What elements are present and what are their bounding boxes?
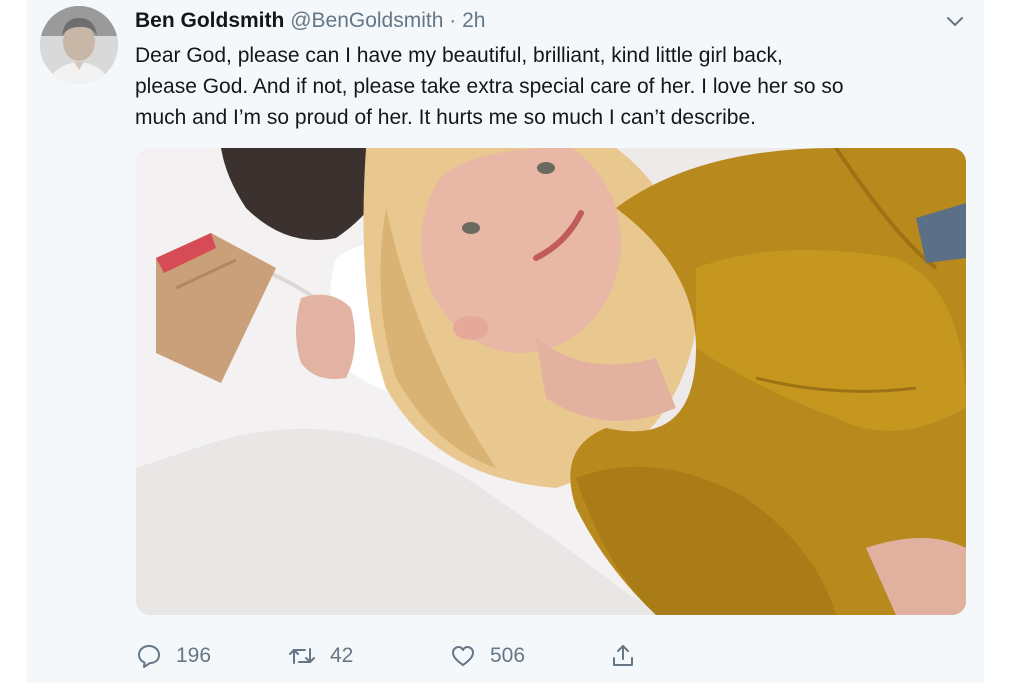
like-button[interactable]: 506 (450, 640, 525, 672)
tweet-text: Dear God, please can I have my beautiful… (135, 40, 975, 133)
tweet-text-line: Dear God, please can I have my beautiful… (135, 44, 783, 67)
tweet-photo[interactable] (136, 148, 966, 615)
retweet-arrows-icon (289, 648, 315, 664)
user-handle[interactable]: @BenGoldsmith (290, 9, 443, 32)
reply-bubble-icon (138, 645, 160, 668)
tweet-text-line: much and I’m so proud of her. It hurts m… (135, 106, 756, 129)
share-upload-icon (613, 645, 633, 666)
heart-icon (452, 646, 474, 666)
retweet-button[interactable]: 42 (288, 640, 353, 672)
photo-image (136, 148, 966, 615)
chevron-down-icon[interactable] (944, 10, 966, 32)
avatar-photo (40, 6, 118, 84)
retweet-count: 42 (330, 644, 354, 667)
share-button[interactable] (610, 640, 650, 672)
avatar[interactable] (40, 6, 118, 84)
timestamp[interactable]: 2h (462, 9, 485, 32)
tweet-header: Ben Goldsmith @BenGoldsmith · 2h (135, 8, 485, 34)
separator-dot: · (449, 9, 457, 32)
like-count: 506 (490, 644, 526, 667)
reply-count: 196 (176, 644, 212, 667)
reply-button[interactable]: 196 (136, 640, 211, 672)
display-name[interactable]: Ben Goldsmith (135, 9, 284, 32)
tweet-text-line: please God. And if not, please take extr… (135, 75, 844, 98)
